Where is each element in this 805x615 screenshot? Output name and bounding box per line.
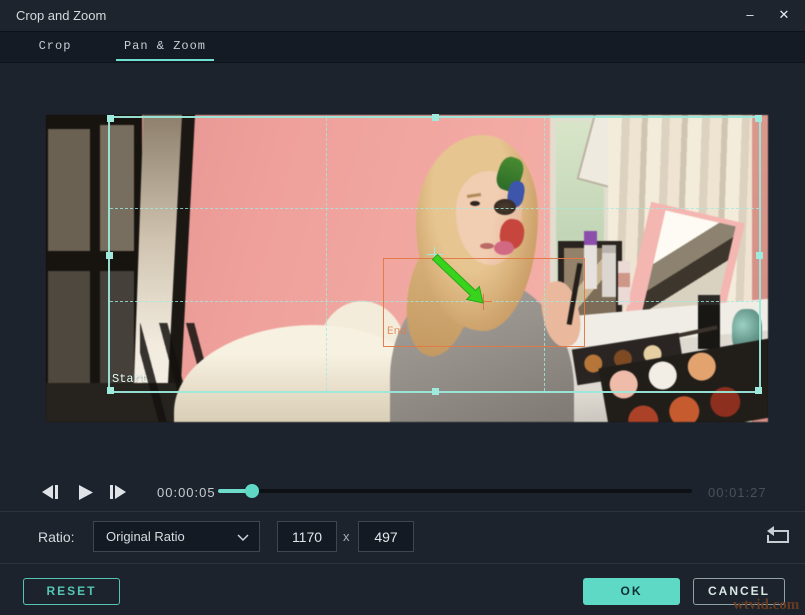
thirds-guide-horizontal [110, 208, 759, 209]
pan-direction-arrow-icon [427, 247, 491, 311]
crop-handle-middle-left[interactable] [106, 252, 113, 259]
ratio-dropdown[interactable]: Original Ratio [93, 521, 260, 552]
tab-bar: Crop Pan & Zoom [0, 32, 805, 63]
close-button[interactable]: ✕ [769, 0, 799, 30]
swap-orientation-icon[interactable] [764, 526, 792, 548]
footer-bar: RESET OK CANCEL [0, 563, 805, 615]
video-preview: Start End [46, 115, 768, 422]
crop-handle-top-right[interactable] [755, 115, 762, 122]
crop-handle-bottom-middle[interactable] [432, 388, 439, 395]
tab-crop[interactable]: Crop [22, 32, 88, 61]
crop-handle-bottom-right[interactable] [755, 387, 762, 394]
ratio-label: Ratio: [38, 529, 75, 545]
crop-overlay: Start End [46, 115, 768, 422]
watermark-text: wtvid.com [733, 597, 799, 614]
thirds-guide-vertical [544, 118, 545, 391]
play-button[interactable] [72, 481, 98, 503]
next-frame-icon [108, 484, 128, 500]
ratio-bar: Ratio: Original Ratio x [0, 511, 805, 564]
minimize-button[interactable]: – [735, 0, 765, 30]
play-icon [76, 484, 94, 501]
previous-frame-icon [40, 484, 60, 500]
title-bar: Crop and Zoom – ✕ [0, 0, 805, 32]
thirds-guide-vertical [326, 118, 327, 391]
crop-handle-middle-right[interactable] [756, 252, 763, 259]
seek-slider[interactable] [218, 489, 692, 493]
tab-pan-and-zoom[interactable]: Pan & Zoom [116, 32, 214, 61]
dimension-separator: x [343, 529, 350, 544]
crop-height-input[interactable] [358, 521, 414, 552]
current-time: 00:00:05 [157, 485, 216, 500]
chevron-down-icon [237, 534, 249, 542]
crop-handle-top-left[interactable] [107, 115, 114, 122]
duration-time: 00:01:27 [708, 485, 767, 500]
slider-knob[interactable] [245, 484, 259, 498]
next-frame-button[interactable] [105, 481, 131, 503]
reset-button[interactable]: RESET [23, 578, 120, 605]
end-label: End [387, 326, 407, 338]
previous-frame-button[interactable] [37, 481, 63, 503]
crop-width-input[interactable] [277, 521, 337, 552]
start-label: Start [112, 372, 148, 386]
player-bar: 00:00:05 00:01:27 [0, 474, 805, 511]
crop-handle-bottom-left[interactable] [107, 387, 114, 394]
ok-button[interactable]: OK [583, 578, 680, 605]
crop-handle-top-middle[interactable] [432, 114, 439, 121]
ratio-dropdown-value: Original Ratio [106, 529, 185, 544]
window-title: Crop and Zoom [16, 8, 106, 23]
